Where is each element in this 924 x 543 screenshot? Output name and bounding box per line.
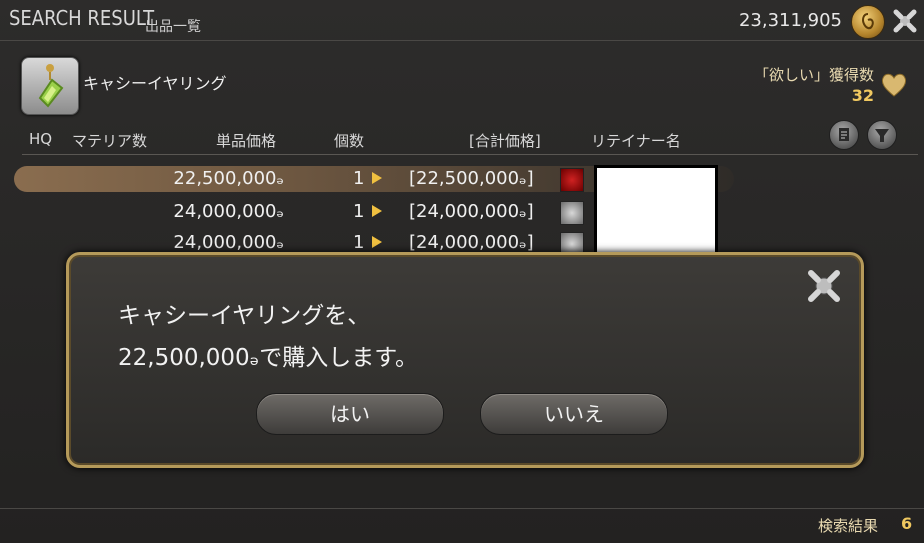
result-count-label: 検索結果 — [818, 517, 879, 535]
gil-amount: 23,311,905 — [738, 10, 842, 31]
item-name: キャシーイヤリング — [83, 74, 227, 93]
column-unit-price[interactable]: 単品価格 — [216, 130, 276, 151]
title-bar: SEARCH RESULT 出品一覧 23,311,905 — [0, 0, 924, 41]
search-result-window: SEARCH RESULT 出品一覧 23,311,905 キャシーイヤリング … — [0, 0, 924, 543]
listing-quantity: 1 — [353, 232, 365, 253]
result-count: 6 — [901, 514, 913, 533]
history-icon[interactable] — [829, 120, 859, 150]
listing-total-price: [24,000,000ₔ] — [409, 201, 534, 222]
listing-unit-price: 24,000,000ₔ — [173, 201, 284, 222]
dialog-message-line1: キャシーイヤリングを、 — [118, 303, 371, 329]
column-total-price[interactable]: [合計価格] — [469, 130, 541, 151]
wishlist-label: 「欲しい」獲得数 — [753, 66, 874, 84]
no-button[interactable]: いいえ — [480, 393, 668, 435]
wishlist-count: 32 — [851, 86, 874, 105]
listing-unit-price: 24,000,000ₔ — [173, 232, 284, 253]
play-arrow-icon — [372, 172, 382, 184]
listing-quantity: 1 — [353, 201, 365, 222]
column-hq[interactable]: HQ — [29, 130, 52, 148]
window-title: SEARCH RESULT — [9, 6, 155, 30]
dialog-close-icon[interactable] — [804, 266, 844, 306]
yes-button[interactable]: はい — [256, 393, 444, 435]
grey-emblem-icon — [560, 201, 584, 225]
listing-quantity: 1 — [353, 168, 365, 189]
filter-icon[interactable] — [867, 120, 897, 150]
play-arrow-icon — [372, 236, 382, 248]
red-emblem-icon — [560, 168, 584, 192]
header-divider — [22, 154, 918, 155]
close-icon[interactable] — [891, 7, 919, 35]
earring-item-icon[interactable] — [21, 57, 79, 115]
dialog-message-line2: 22,500,000ₔで購入します。 — [118, 345, 418, 371]
listing-total-price: [24,000,000ₔ] — [409, 232, 534, 253]
column-quantity[interactable]: 個数 — [334, 130, 364, 151]
column-retainer[interactable]: リテイナー名 — [591, 130, 681, 151]
heart-icon[interactable] — [880, 72, 908, 98]
gil-coin-icon — [851, 5, 885, 39]
redacted-retainer-name — [594, 165, 718, 255]
play-arrow-icon — [372, 205, 382, 217]
listing-unit-price: 22,500,000ₔ — [173, 168, 284, 189]
column-materia[interactable]: マテリア数 — [72, 130, 147, 151]
footer-divider — [0, 508, 924, 509]
window-subtitle: 出品一覧 — [145, 19, 201, 35]
listing-total-price: [22,500,000ₔ] — [409, 168, 534, 189]
